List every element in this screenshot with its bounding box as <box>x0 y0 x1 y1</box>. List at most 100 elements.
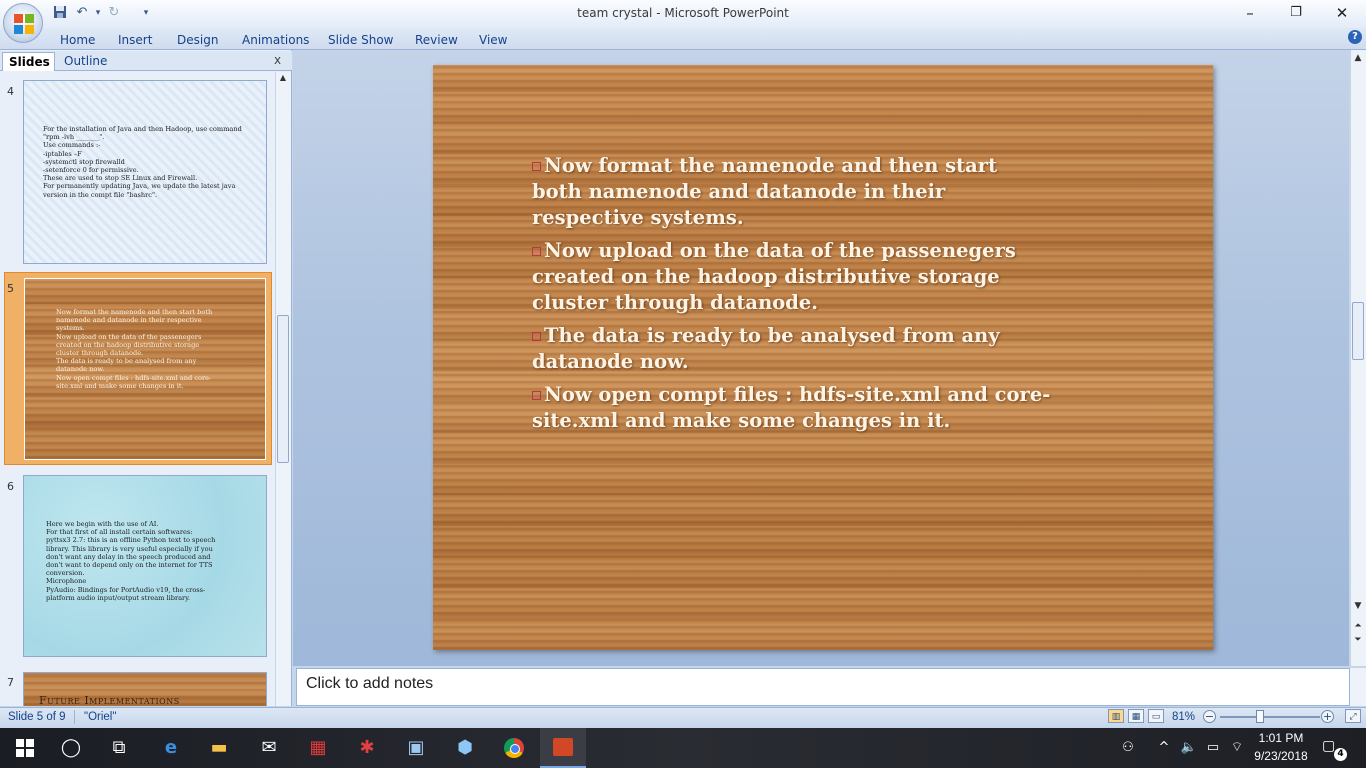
thumbnail-line: -setenforce 0 for permissive. <box>43 166 139 175</box>
show-hidden-icons-icon[interactable]: ^ <box>1156 740 1172 756</box>
thumbnail-line: Now format the namenode and then start b… <box>56 308 213 333</box>
normal-view-icon[interactable]: ▥ <box>1108 709 1124 723</box>
bug-app-icon[interactable]: ✱ <box>352 733 382 763</box>
mail-icon[interactable]: ✉ <box>254 733 284 763</box>
slide-content-placeholder[interactable]: Now format the namenode and then start b… <box>532 153 1052 441</box>
zoom-out-icon[interactable]: − <box>1203 710 1216 723</box>
zoom-level[interactable]: 81% <box>1172 709 1195 725</box>
tab-insert[interactable]: Insert <box>118 31 152 49</box>
clock-time[interactable]: 1:01 PM <box>1251 731 1311 745</box>
previous-slide-icon[interactable]: ⏶ <box>1352 620 1364 632</box>
thumbnail-text: Now format the namenode and then start b… <box>56 308 216 390</box>
task-view-icon[interactable]: ⧉ <box>104 733 134 763</box>
next-slide-icon[interactable]: ⏷ <box>1352 634 1364 646</box>
thumbnail-line: Now upload on the data of the passeneger… <box>56 332 202 358</box>
fit-to-window-icon[interactable]: ⤢ <box>1345 709 1361 723</box>
thumbnail-line: Now open compt files : hdfs-site.xml and… <box>56 373 212 390</box>
notes-placeholder: Click to add notes <box>306 675 434 692</box>
status-divider <box>74 710 75 724</box>
slide-bullet: Now upload on the data of the passeneger… <box>532 238 1052 316</box>
thumbnail-line: Microphone <box>46 577 87 586</box>
thumbnail-line: Use commands :- <box>43 141 101 150</box>
scroll-up-icon[interactable]: ▲ <box>276 73 290 83</box>
bullet-square-icon <box>532 162 541 171</box>
slide-bullet: The data is ready to be analysed from an… <box>532 323 1052 375</box>
panel-close-icon[interactable]: x <box>274 53 286 67</box>
wifi-icon[interactable]: ⌔ <box>1228 740 1246 756</box>
chrome-icon[interactable] <box>504 738 524 758</box>
slide-thumbnail-5[interactable]: Now format the namenode and then start b… <box>24 278 266 460</box>
redo-icon[interactable]: ↻ <box>106 5 122 21</box>
battery-icon[interactable]: ▭ <box>1204 740 1222 756</box>
tab-view[interactable]: View <box>479 31 507 49</box>
bullet-square-icon <box>532 247 541 256</box>
tab-slides[interactable]: Slides <box>2 52 55 71</box>
thumbnail-line: PyAudio: Bindings for PortAudio v19, the… <box>46 585 206 602</box>
thumbnail-title: Future Implementations <box>39 694 180 706</box>
thumbnail-line: The data is ready to be analysed from an… <box>56 357 197 374</box>
notes-pane[interactable] <box>296 668 1350 706</box>
windows-start-icon[interactable] <box>10 733 40 763</box>
tab-outline[interactable]: Outline <box>58 52 120 71</box>
network-app-icon[interactable]: ▣ <box>401 733 431 763</box>
close-icon[interactable]: ✕ <box>1319 0 1365 26</box>
powerpoint-taskbar-button[interactable] <box>540 728 586 768</box>
tab-home[interactable]: Home <box>60 31 95 49</box>
slide-bullet-text: Now format the namenode and then start b… <box>532 154 998 229</box>
tab-design[interactable]: Design <box>177 31 218 49</box>
clock-date[interactable]: 9/23/2018 <box>1251 749 1311 763</box>
slide-bullet-text: Now open compt files : hdfs-site.xml and… <box>532 383 1051 432</box>
scroll-up-icon[interactable]: ▲ <box>1352 52 1364 64</box>
tab-animations[interactable]: Animations <box>242 31 309 49</box>
thumbnail-line: For permanently updating Java, we update… <box>43 182 236 199</box>
zoom-in-icon[interactable]: + <box>1321 710 1334 723</box>
thumbnail-number: 6 <box>7 480 14 493</box>
save-icon[interactable] <box>52 5 68 21</box>
minimize-icon[interactable]: – <box>1227 0 1273 26</box>
volume-icon[interactable]: 🔈 <box>1180 740 1198 756</box>
thumbnail-line: For that first of all install certain so… <box>46 528 193 537</box>
slide-thumbnail-7[interactable]: Future Implementations <box>23 672 267 706</box>
help-icon[interactable]: ? <box>1348 30 1362 44</box>
app-icon[interactable]: ▦ <box>303 733 333 763</box>
tab-review[interactable]: Review <box>415 31 458 49</box>
notes-scrollbar[interactable] <box>1350 668 1366 706</box>
window-title: team crystal - Microsoft PowerPoint <box>577 6 789 20</box>
theme-name: "Oriel" <box>84 711 117 723</box>
slide-bullet-text: Now upload on the data of the passeneger… <box>532 239 1016 314</box>
undo-icon[interactable]: ↶ <box>74 5 90 21</box>
slide-thumbnail-6[interactable]: Here we begin with the use of AI. For th… <box>23 475 267 657</box>
slides-panel-scroll-thumb[interactable] <box>277 315 289 463</box>
search-circle-icon[interactable]: ◯ <box>56 733 86 763</box>
slide-sorter-view-icon[interactable]: ▦ <box>1128 709 1144 723</box>
slide-show-view-icon[interactable]: ▭ <box>1148 709 1164 723</box>
notification-count-badge: 4 <box>1334 748 1347 761</box>
restore-icon[interactable]: ❐ <box>1273 0 1319 26</box>
virtualbox-icon[interactable]: ⬢ <box>450 733 480 763</box>
slide-thumbnail-4[interactable]: For the installation of Java and then Ha… <box>23 80 267 264</box>
slide-counter: Slide 5 of 9 <box>8 711 66 723</box>
thumbnail-line: -systemctl stop firewalld <box>43 157 125 166</box>
thumbnail-line: pyttsx3 2.7: this is an offline Python t… <box>46 536 216 578</box>
slide-bullet: Now format the namenode and then start b… <box>532 153 1052 231</box>
thumbnail-line: -iptables –F <box>43 149 82 158</box>
customize-qat-icon[interactable]: ▾ <box>138 5 154 21</box>
file-explorer-icon[interactable]: ▬ <box>204 733 234 763</box>
zoom-slider-track[interactable] <box>1220 716 1320 718</box>
edge-browser-icon[interactable]: e <box>156 733 186 763</box>
people-icon[interactable]: ⚇ <box>1118 740 1138 756</box>
slide-bullet: Now open compt files : hdfs-site.xml and… <box>532 382 1052 434</box>
office-logo-icon <box>14 14 34 34</box>
scroll-down-icon[interactable]: ▼ <box>1352 600 1364 612</box>
slide-bullet-text: The data is ready to be analysed from an… <box>532 324 1000 373</box>
thumbnail-text: Here we begin with the use of AI. For th… <box>46 520 228 602</box>
slide-scroll-thumb[interactable] <box>1352 302 1364 360</box>
undo-dropdown-icon[interactable]: ▾ <box>90 5 106 21</box>
thumbnail-line: For the installation of Java and then Ha… <box>43 125 242 142</box>
thumbnail-number: 5 <box>7 282 14 295</box>
bullet-square-icon <box>532 391 541 400</box>
tab-slide-show[interactable]: Slide Show <box>328 31 393 49</box>
zoom-slider-handle[interactable] <box>1256 710 1264 723</box>
thumbnail-line: Here we begin with the use of AI. <box>46 520 159 528</box>
office-button[interactable] <box>3 3 43 43</box>
